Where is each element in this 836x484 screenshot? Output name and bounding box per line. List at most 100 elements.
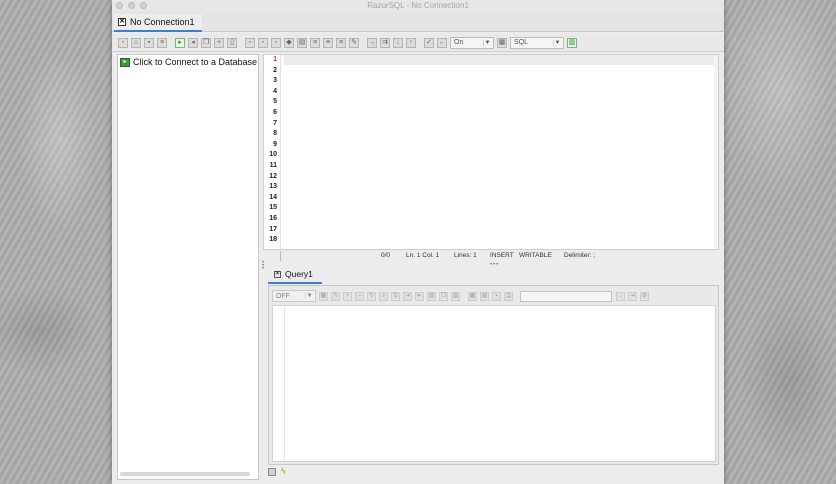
- status-cursor: Ln. 1 Col. 1: [406, 252, 440, 259]
- text-icon[interactable]: ▤: [480, 291, 489, 301]
- copy-icon[interactable]: ❐: [201, 37, 211, 48]
- chevron-down-icon: ▼: [483, 39, 491, 46]
- run-icon[interactable]: →: [367, 37, 377, 48]
- calendar-icon[interactable]: ▦: [497, 37, 507, 48]
- line-number: 17: [269, 225, 277, 233]
- chevron-down-icon: ▼: [305, 293, 313, 299]
- add-row-icon[interactable]: +: [343, 291, 352, 301]
- import-icon[interactable]: ⇤: [415, 291, 424, 301]
- results-output-area[interactable]: [272, 305, 716, 462]
- delete-row-icon[interactable]: −: [355, 291, 364, 301]
- line-number: 13: [269, 183, 277, 191]
- notebook-icon[interactable]: ▥: [567, 37, 577, 48]
- line-number: 8: [273, 130, 277, 138]
- close-tab-icon[interactable]: ✕: [274, 270, 281, 278]
- status-position: 0/0: [381, 252, 391, 259]
- horizontal-splitter-handle[interactable]: •••: [490, 262, 499, 268]
- copy-icon[interactable]: ❐: [439, 291, 448, 301]
- editor-statusbar: 0/0 Ln. 1 Col. 1 Lines: 1 INSERT WRITABL…: [280, 251, 719, 261]
- vertical-splitter-handle[interactable]: • • •: [262, 260, 264, 272]
- table-icon[interactable]: ▦: [319, 291, 328, 301]
- editor-vertical-scrollbar[interactable]: [714, 55, 718, 249]
- settings-icon[interactable]: ⚙: [640, 291, 649, 301]
- line-number: 12: [269, 172, 277, 180]
- razorsql-window: RazorSQL - No Connection1 ✕ No Connectio…: [112, 0, 724, 484]
- status-delimiter: Delimiter: ;: [564, 252, 596, 259]
- note-icon[interactable]: ✎: [349, 37, 359, 48]
- check-icon[interactable]: ✓: [424, 37, 434, 48]
- properties-icon[interactable]: ≡: [157, 37, 167, 48]
- main-toolbar: ▫ ⌂ ▪ ≡ ▸ ◂ ❐ + ▯ ▫ ▫ ▫ ◆ ▤ ≡ ≡ ≡ ✎ → ⇉ …: [112, 34, 724, 52]
- run-all-icon[interactable]: ⇉: [380, 37, 390, 48]
- save-icon[interactable]: ▪: [144, 37, 154, 48]
- clipboard-icon[interactable]: ▯: [227, 37, 237, 48]
- line-number: 9: [273, 140, 277, 148]
- status-writable: WRITABLE: [519, 252, 552, 259]
- save-icon[interactable]: ▪: [492, 291, 501, 301]
- filter-icon[interactable]: ⌕: [379, 291, 388, 301]
- step-down-icon[interactable]: ↓: [393, 37, 403, 48]
- lightning-icon[interactable]: ϟ: [281, 467, 290, 477]
- line-number: 1: [273, 56, 277, 63]
- results-toolbar: OFF ▼ ▦ ✎ + − ↻ ⌕ ⇅ ⇥ ⇤ ▤ ❐ ▥ ▦ ▤ ▪ ⎙ → ⇥ ⚙: [272, 289, 716, 303]
- disconnect-icon[interactable]: ◂: [188, 37, 198, 48]
- minimize-window-button[interactable]: [128, 2, 135, 9]
- paging-select[interactable]: OFF ▼: [272, 290, 316, 302]
- sort-icon[interactable]: ⇅: [391, 291, 400, 301]
- edit-icon[interactable]: ✎: [331, 291, 340, 301]
- status-mode: INSERT: [490, 252, 514, 259]
- current-line-highlight: [284, 55, 714, 65]
- autocommit-select[interactable]: On ▼: [450, 36, 494, 49]
- line-number-gutter: 1 2 3 4 5 6 7 8 9 10 11 12 13 14 15 16 17 18: [264, 55, 281, 249]
- clear-icon[interactable]: ◆: [284, 37, 294, 48]
- line-number: 18: [269, 236, 277, 244]
- tab-label: Query1: [285, 269, 313, 279]
- uncomment-icon[interactable]: ≡: [323, 37, 333, 48]
- line-number: 10: [269, 151, 277, 159]
- tab-query1[interactable]: ✕ Query1: [268, 266, 322, 284]
- connect-icon[interactable]: ▸: [175, 37, 185, 48]
- comment-icon[interactable]: ≡: [310, 37, 320, 48]
- window-controls: [116, 2, 147, 9]
- line-number: 11: [269, 162, 277, 169]
- new-file-icon[interactable]: ▫: [118, 37, 128, 48]
- line-number: 5: [273, 98, 277, 106]
- refresh-icon[interactable]: ↻: [367, 291, 376, 301]
- columns-icon[interactable]: ▥: [451, 291, 460, 301]
- chart-icon[interactable]: ▤: [427, 291, 436, 301]
- line-number: 2: [273, 66, 277, 74]
- sql-editor[interactable]: 1 2 3 4 5 6 7 8 9 10 11 12 13 14 15 16 17 18: [263, 54, 719, 250]
- status-lines: Lines: 1: [454, 252, 477, 259]
- table-view-icon[interactable]: [268, 468, 276, 476]
- connect-plug-icon: ▸: [120, 57, 130, 67]
- print-icon[interactable]: ⎙: [504, 291, 513, 301]
- copy-text-icon[interactable]: ▫: [245, 37, 255, 48]
- language-select[interactable]: SQL ▼: [510, 36, 564, 49]
- paste-icon[interactable]: ▫: [271, 37, 281, 48]
- open-folder-icon[interactable]: ⌂: [131, 37, 141, 48]
- zoom-window-button[interactable]: [140, 2, 147, 9]
- forward-icon[interactable]: →: [616, 291, 625, 301]
- copy-formatted-icon[interactable]: ▫: [258, 37, 268, 48]
- tab-label: No Connection1: [130, 17, 195, 27]
- results-search-input[interactable]: [520, 290, 612, 302]
- back-icon[interactable]: ←: [437, 37, 447, 48]
- connect-to-database-link[interactable]: ▸ Click to Connect to a Database: [120, 57, 257, 67]
- title-bar: RazorSQL - No Connection1: [112, 0, 724, 12]
- connection-tabstrip: ✕ No Connection1: [112, 12, 724, 32]
- close-tab-icon[interactable]: ✕: [118, 18, 126, 26]
- tab-no-connection1[interactable]: ✕ No Connection1: [114, 14, 202, 32]
- format-icon[interactable]: ▤: [297, 37, 307, 48]
- indent-icon[interactable]: ≡: [336, 37, 346, 48]
- close-window-button[interactable]: [116, 2, 123, 9]
- export-icon[interactable]: ⇥: [403, 291, 412, 301]
- results-panel: OFF ▼ ▦ ✎ + − ↻ ⌕ ⇅ ⇥ ⇤ ▤ ❐ ▥ ▦ ▤ ▪ ⎙ → ⇥ ⚙: [268, 285, 719, 465]
- connect-link-label: Click to Connect to a Database: [133, 57, 258, 67]
- results-gutter: [273, 306, 285, 461]
- grid-icon[interactable]: ▦: [468, 291, 477, 301]
- add-connection-icon[interactable]: +: [214, 37, 224, 48]
- line-number: 14: [269, 193, 277, 201]
- left-horizontal-scrollbar[interactable]: [120, 472, 250, 476]
- back-arrow-icon[interactable]: ⇥: [628, 291, 637, 301]
- step-up-icon[interactable]: ↑: [406, 37, 416, 48]
